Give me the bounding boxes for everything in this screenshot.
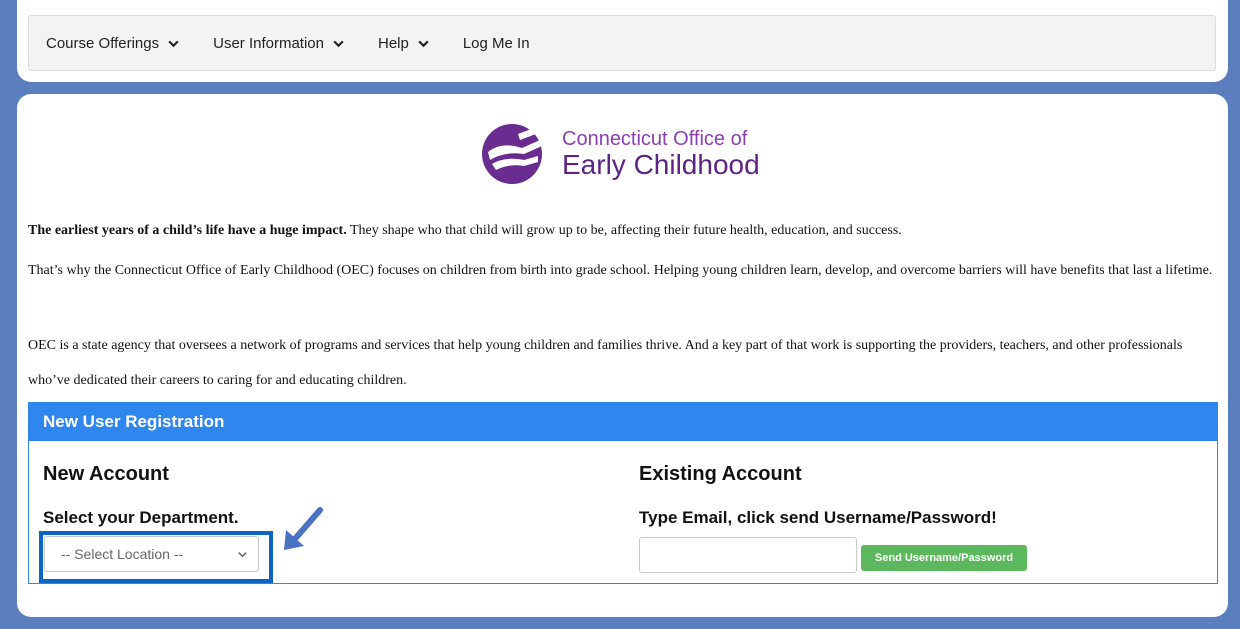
logo-text: Connecticut Office of Early Childhood — [562, 128, 760, 180]
intro-p1-rest: They shape who that child will grow up t… — [346, 223, 902, 238]
intro-paragraph-2: That’s why the Connecticut Office of Ear… — [28, 263, 1213, 278]
send-credentials-button[interactable]: Send Username/Password — [861, 545, 1027, 571]
main-card: Connecticut Office of Early Childhood Th… — [17, 94, 1228, 617]
navbar: Course Offerings User Information Help L… — [28, 15, 1216, 71]
chevron-down-icon — [238, 552, 247, 558]
nav-log-me-in-label: Log Me In — [462, 34, 530, 52]
intro-bold-lead: The earliest years of a child’s life hav… — [28, 223, 347, 238]
department-label: Select your Department. — [43, 508, 239, 527]
location-select-value: -- Select Location -- — [61, 546, 184, 562]
pointer-arrow-icon — [284, 507, 323, 550]
nav-course-offerings-label: Course Offerings — [46, 34, 160, 52]
nav-log-me-in[interactable]: Log Me In — [463, 35, 530, 52]
new-account-title: New Account — [43, 463, 169, 485]
top-card: Course Offerings User Information Help L… — [17, 0, 1228, 82]
chevron-down-icon — [418, 40, 429, 47]
intro-paragraph-3: OEC is a state agency that oversees a ne… — [28, 338, 1183, 388]
chevron-down-icon — [333, 40, 344, 47]
oec-logo: Connecticut Office of Early Childhood — [478, 122, 760, 186]
registration-panel: New User Registration New Account Select… — [28, 402, 1218, 584]
nav-course-offerings[interactable]: Course Offerings — [46, 35, 180, 52]
nav-user-information-label: User Information — [213, 34, 324, 52]
panel-header: New User Registration — [29, 403, 1217, 441]
location-select[interactable]: -- Select Location -- — [44, 536, 259, 572]
chevron-down-icon — [168, 40, 179, 47]
hands-logo-icon — [482, 124, 542, 184]
nav-user-information[interactable]: User Information — [213, 35, 345, 52]
logo-line2: Early Childhood — [562, 149, 760, 180]
intro-paragraph-1: The earliest years of a child’s life hav… — [28, 213, 1218, 248]
logo-line1: Connecticut Office of — [562, 128, 748, 150]
nav-help-label: Help — [377, 34, 409, 52]
email-instructions: Type Email, click send Username/Password… — [639, 508, 997, 527]
email-input[interactable] — [639, 537, 857, 573]
nav-help[interactable]: Help — [378, 35, 430, 52]
existing-account-title: Existing Account — [639, 463, 802, 485]
